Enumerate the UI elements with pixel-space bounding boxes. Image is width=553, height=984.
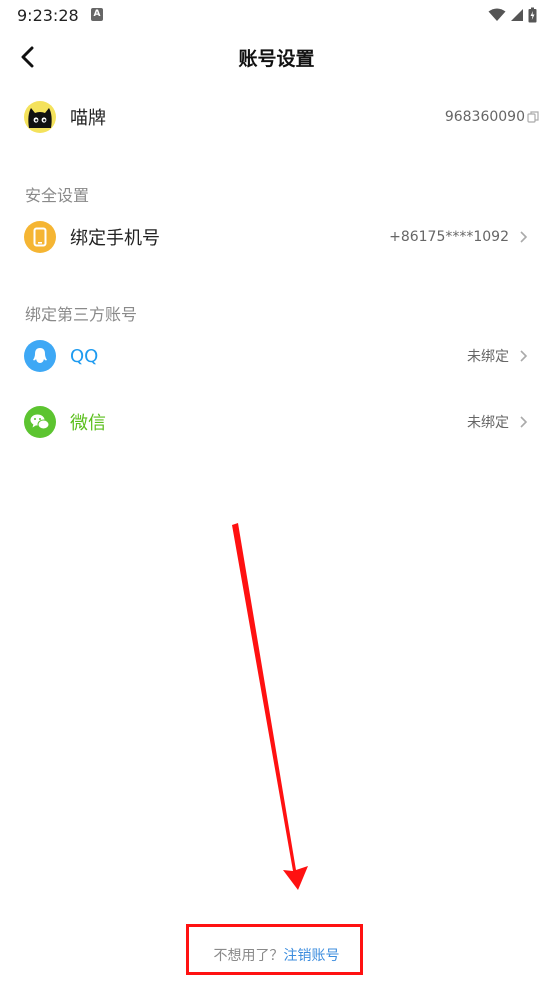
footer-prefix: 不想用了？ bbox=[213, 948, 284, 964]
annotation-arrow bbox=[232, 523, 308, 890]
deactivate-account-link[interactable]: 注销账号 bbox=[284, 948, 340, 964]
footer-deactivate: 不想用了？注销账号 bbox=[0, 945, 553, 965]
